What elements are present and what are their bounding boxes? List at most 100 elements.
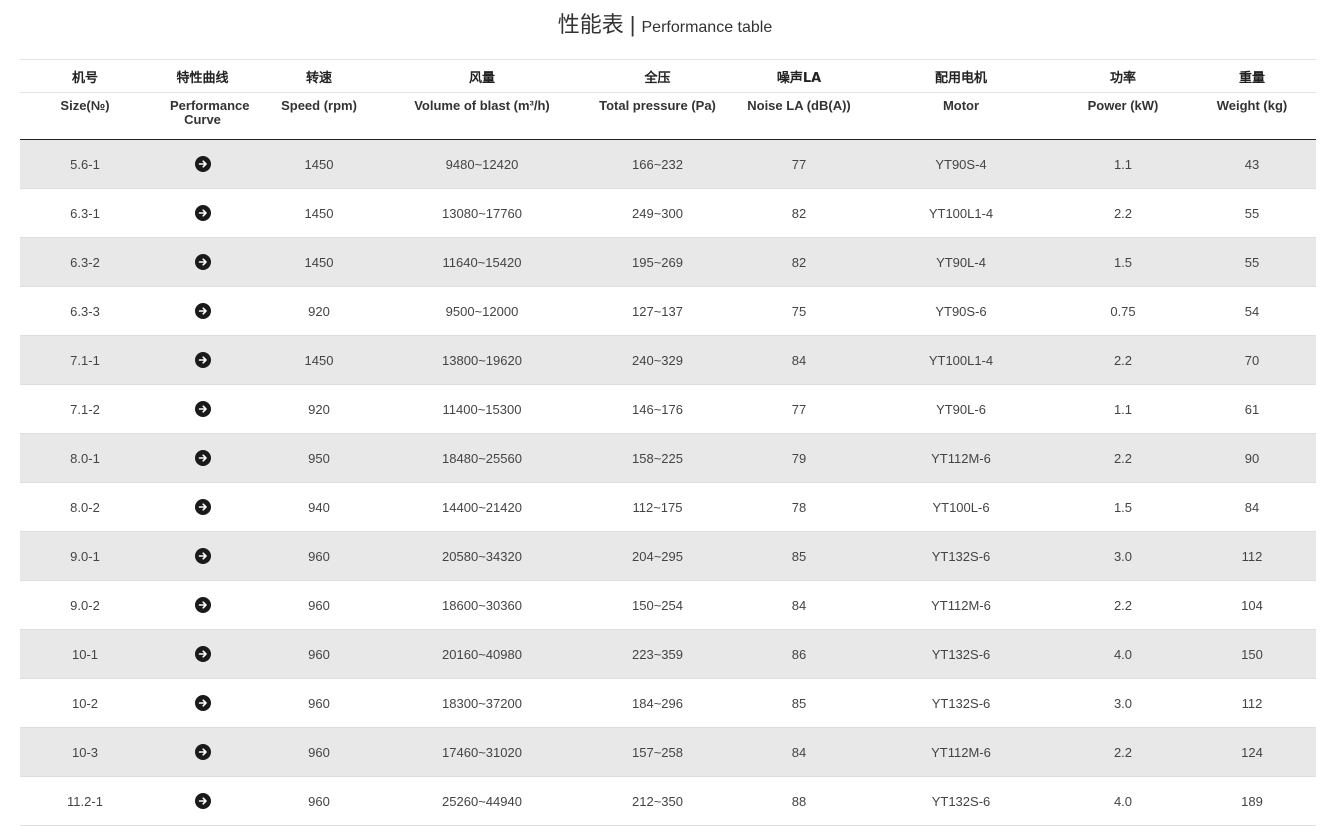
- table-row: 8.0-2 940 14400~21420 112~175 78 YT100L-6 1.5 8…: [20, 482, 1316, 532]
- cell-volume: 25260~44940: [383, 776, 581, 826]
- cell-motor: YT132S-6: [864, 678, 1058, 728]
- cell-size: 10-3: [20, 727, 150, 777]
- table-row: 6.3-3 920 9500~12000 127~137 75 YT90S-6 0.75 54: [20, 286, 1316, 336]
- table-row: 6.3-1 1450 13080~17760 249~300 82 YT100L1-4 2.…: [20, 188, 1316, 238]
- cell-weight: 61: [1188, 384, 1316, 434]
- cell-weight: 55: [1188, 237, 1316, 287]
- cell-volume: 11640~15420: [383, 237, 581, 287]
- header-en-noise: Noise LA (dB(A)): [734, 92, 864, 140]
- table-row: 10-1 960 20160~40980 223~359 86 YT132S-6 4.0 15…: [20, 629, 1316, 679]
- cell-motor: YT90S-6: [864, 286, 1058, 336]
- cell-volume: 18600~30360: [383, 580, 581, 630]
- curve-cell: [150, 580, 255, 630]
- cell-power: 3.0: [1058, 531, 1188, 581]
- cell-noise: 85: [734, 678, 864, 728]
- cell-speed: 920: [255, 286, 383, 336]
- cell-pressure: 184~296: [581, 678, 734, 728]
- cell-motor: YT132S-6: [864, 629, 1058, 679]
- arrow-right-circle-icon[interactable]: [194, 695, 211, 712]
- table-row: 8.0-1 950 18480~25560 158~225 79 YT112M-6 2.2 9…: [20, 433, 1316, 483]
- header-zh-power: 功率: [1058, 59, 1188, 93]
- arrow-right-circle-icon[interactable]: [194, 205, 211, 222]
- cell-noise: 84: [734, 335, 864, 385]
- cell-power: 3.0: [1058, 678, 1188, 728]
- title-zh: 性能表: [557, 13, 624, 38]
- cell-volume: 14400~21420: [383, 482, 581, 532]
- cell-noise: 82: [734, 237, 864, 287]
- cell-noise: 85: [734, 531, 864, 581]
- table-row: 9.0-2 960 18600~30360 150~254 84 YT112M-6 2.2 1…: [20, 580, 1316, 630]
- title-en: Performance table: [641, 19, 773, 36]
- cell-speed: 1450: [255, 335, 383, 385]
- cell-volume: 11400~15300: [383, 384, 581, 434]
- header-en-motor: Motor: [864, 92, 1058, 140]
- cell-size: 8.0-2: [20, 482, 150, 532]
- cell-volume: 17460~31020: [383, 727, 581, 777]
- header-row-zh: 机号 特性曲线 转速 风量 全压 噪声LA 配用电机 功率 重量: [20, 59, 1316, 93]
- cell-power: 1.1: [1058, 139, 1188, 189]
- cell-noise: 78: [734, 482, 864, 532]
- table-row: 10-3 960 17460~31020 157~258 84 YT112M-6 2.2 12…: [20, 727, 1316, 777]
- header-zh-size: 机号: [20, 59, 150, 93]
- arrow-right-circle-icon[interactable]: [194, 499, 211, 516]
- cell-noise: 79: [734, 433, 864, 483]
- cell-weight: 112: [1188, 531, 1316, 581]
- cell-size: 10-1: [20, 629, 150, 679]
- arrow-right-circle-icon[interactable]: [194, 156, 211, 173]
- cell-power: 1.1: [1058, 384, 1188, 434]
- arrow-right-circle-icon[interactable]: [194, 744, 211, 761]
- cell-size: 10-2: [20, 678, 150, 728]
- cell-speed: 940: [255, 482, 383, 532]
- cell-size: 6.3-3: [20, 286, 150, 336]
- curve-cell: [150, 384, 255, 434]
- table-row: 10-2 960 18300~37200 184~296 85 YT132S-6 3.0 11…: [20, 678, 1316, 728]
- cell-speed: 950: [255, 433, 383, 483]
- cell-pressure: 212~350: [581, 776, 734, 826]
- curve-cell: [150, 531, 255, 581]
- header-zh-pressure: 全压: [581, 59, 734, 93]
- performance-table: 机号 特性曲线 转速 风量 全压 噪声LA 配用电机 功率 重量 Size(№)…: [20, 59, 1316, 826]
- cell-speed: 960: [255, 531, 383, 581]
- curve-cell: [150, 335, 255, 385]
- cell-speed: 1450: [255, 139, 383, 189]
- cell-weight: 112: [1188, 678, 1316, 728]
- cell-noise: 84: [734, 580, 864, 630]
- header-zh-volume: 风量: [383, 59, 581, 93]
- cell-motor: YT112M-6: [864, 580, 1058, 630]
- arrow-right-circle-icon[interactable]: [194, 597, 211, 614]
- header-zh-speed: 转速: [255, 59, 383, 93]
- header-zh-curve: 特性曲线: [150, 59, 255, 93]
- arrow-right-circle-icon[interactable]: [194, 254, 211, 271]
- cell-size: 11.2-1: [20, 776, 150, 826]
- cell-volume: 18480~25560: [383, 433, 581, 483]
- arrow-right-circle-icon[interactable]: [194, 352, 211, 369]
- cell-weight: 189: [1188, 776, 1316, 826]
- cell-pressure: 112~175: [581, 482, 734, 532]
- cell-weight: 104: [1188, 580, 1316, 630]
- header-en-weight: Weight (kg): [1188, 92, 1316, 140]
- cell-motor: YT132S-6: [864, 776, 1058, 826]
- header-en-curve: Performance Curve: [150, 92, 255, 140]
- table-row: 7.1-2 920 11400~15300 146~176 77 YT90L-6 1.1 61: [20, 384, 1316, 434]
- curve-cell: [150, 482, 255, 532]
- cell-pressure: 249~300: [581, 188, 734, 238]
- arrow-right-circle-icon[interactable]: [194, 793, 211, 810]
- table-row: 6.3-2 1450 11640~15420 195~269 82 YT90L-4 1.5 5…: [20, 237, 1316, 287]
- arrow-right-circle-icon[interactable]: [194, 401, 211, 418]
- cell-motor: YT112M-6: [864, 727, 1058, 777]
- arrow-right-circle-icon[interactable]: [194, 450, 211, 467]
- curve-cell: [150, 286, 255, 336]
- cell-size: 6.3-1: [20, 188, 150, 238]
- table-row: 7.1-1 1450 13800~19620 240~329 84 YT100L1-4 2.…: [20, 335, 1316, 385]
- arrow-right-circle-icon[interactable]: [194, 303, 211, 320]
- curve-cell: [150, 776, 255, 826]
- cell-size: 5.6-1: [20, 139, 150, 189]
- cell-noise: 88: [734, 776, 864, 826]
- cell-speed: 920: [255, 384, 383, 434]
- cell-pressure: 146~176: [581, 384, 734, 434]
- arrow-right-circle-icon[interactable]: [194, 646, 211, 663]
- cell-motor: YT112M-6: [864, 433, 1058, 483]
- cell-weight: 84: [1188, 482, 1316, 532]
- arrow-right-circle-icon[interactable]: [194, 548, 211, 565]
- cell-size: 7.1-1: [20, 335, 150, 385]
